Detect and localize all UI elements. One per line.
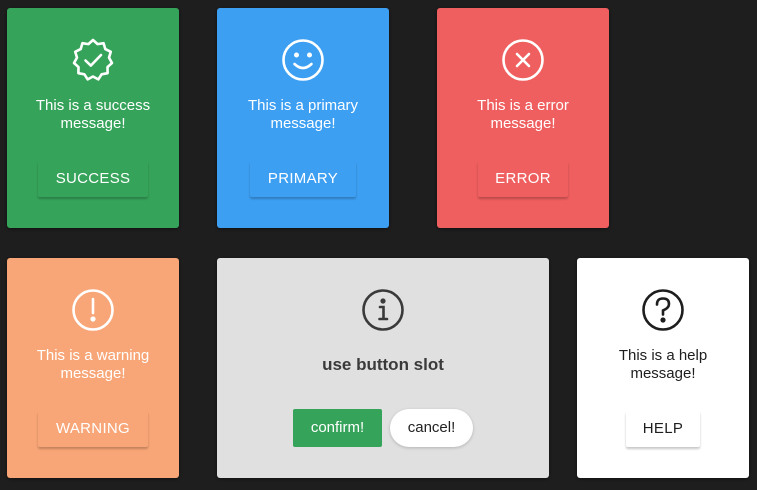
error-message: This is a error message! xyxy=(477,97,569,132)
help-button[interactable]: HELP xyxy=(626,411,700,447)
info-dialog: use button slot confirm! cancel! xyxy=(217,258,549,478)
confirm-button[interactable]: confirm! xyxy=(293,409,382,447)
dialog-gallery: This is a success message! SUCCESS This … xyxy=(0,0,757,490)
help-dialog: This is a help message! HELP xyxy=(577,258,749,478)
smile-icon xyxy=(280,37,326,83)
success-message: This is a success message! xyxy=(35,97,151,132)
info-circle-icon xyxy=(360,287,406,333)
dialog-title: use button slot xyxy=(322,355,444,374)
exclamation-circle-icon xyxy=(70,287,116,333)
success-button[interactable]: SUCCESS xyxy=(38,161,148,197)
primary-message: This is a primary message! xyxy=(247,97,359,132)
warning-message: This is a warning message! xyxy=(36,347,150,382)
primary-dialog: This is a primary message! PRIMARY xyxy=(217,8,389,228)
badge-check-icon xyxy=(70,37,116,83)
primary-button[interactable]: PRIMARY xyxy=(250,161,356,197)
warning-dialog: This is a warning message! WARNING xyxy=(7,258,179,478)
success-dialog: This is a success message! SUCCESS xyxy=(7,8,179,228)
error-dialog: This is a error message! ERROR xyxy=(437,8,609,228)
close-circle-icon xyxy=(500,37,546,83)
help-message: This is a help message! xyxy=(618,347,708,382)
cancel-button[interactable]: cancel! xyxy=(390,409,473,447)
question-circle-icon xyxy=(640,287,686,333)
error-button[interactable]: ERROR xyxy=(478,161,568,197)
warning-button[interactable]: WARNING xyxy=(38,411,148,447)
